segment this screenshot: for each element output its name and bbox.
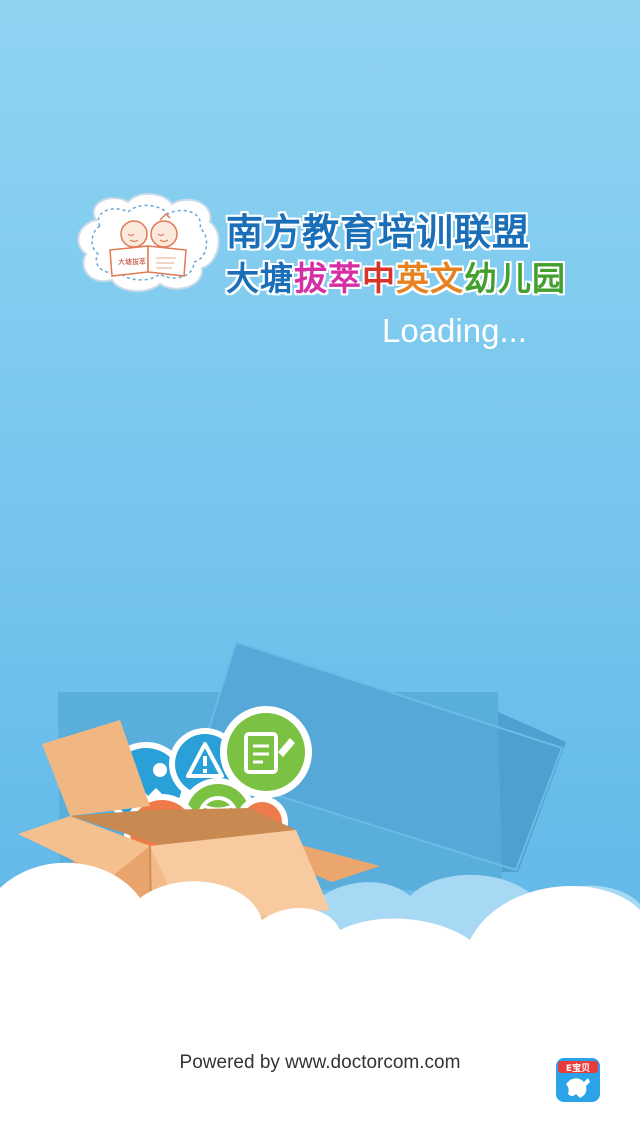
school-title: 大塘拔萃中英文幼儿园 bbox=[226, 252, 566, 300]
ebaobei-app-badge[interactable]: E宝贝 bbox=[556, 1058, 600, 1102]
kindergarten-logo-icon: 大塘拔萃 bbox=[77, 193, 220, 293]
powered-by-text[interactable]: Powered by www.doctorcom.com bbox=[0, 1052, 640, 1074]
app-header: 大塘拔萃 南方教育培训联盟 大塘拔萃中英文幼儿园 bbox=[76, 190, 566, 300]
school-title-part: 英 bbox=[396, 259, 430, 298]
school-title-part: 幼儿园 bbox=[464, 259, 566, 298]
school-title-part: 中 bbox=[362, 259, 396, 298]
school-title-part: 拔萃 bbox=[294, 259, 362, 298]
badge-label: E宝贝 bbox=[566, 1062, 590, 1074]
organization-title: 南方教育培训联盟 bbox=[226, 211, 530, 254]
logo-badge-text: 大塘拔萃 bbox=[118, 257, 146, 266]
school-title-part: 文 bbox=[430, 259, 464, 298]
school-title-part: 大塘 bbox=[226, 259, 294, 298]
loading-text: Loading... bbox=[382, 312, 527, 349]
background-panel bbox=[498, 712, 566, 872]
splash-screen: { "header": { "title_line1": "南方教育培训联盟",… bbox=[0, 0, 640, 1136]
